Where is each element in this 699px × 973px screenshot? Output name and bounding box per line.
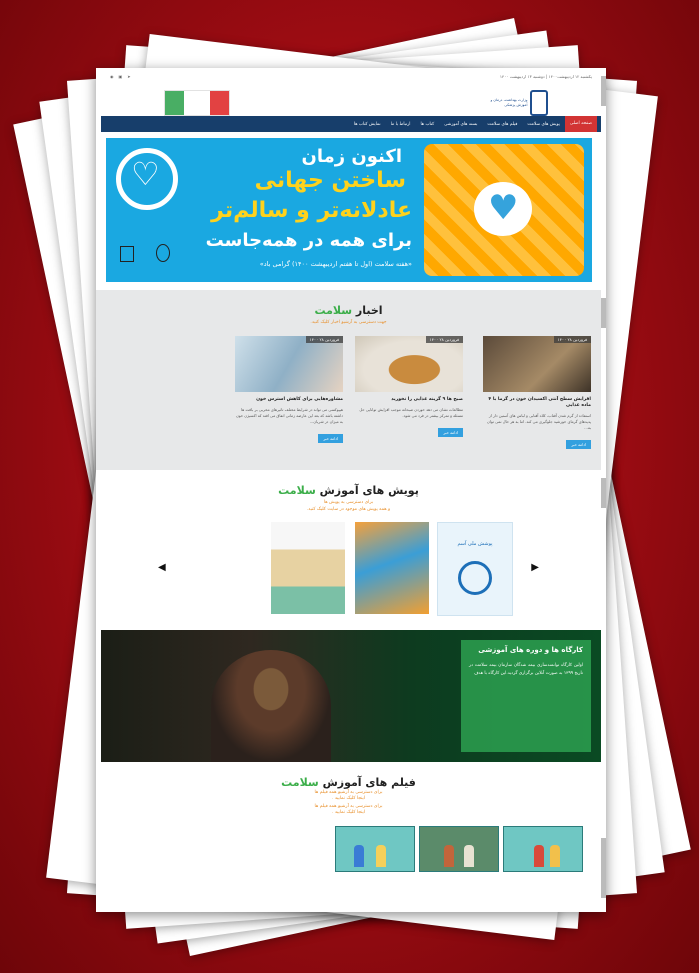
section-title: پویش های آموزش سلامت — [278, 484, 419, 497]
news-image[interactable]: فروردین ۲۸ ۱۴۰۰ — [235, 336, 343, 392]
workshop-title[interactable]: کارگاه ها و دوره های آموزشی — [469, 646, 583, 654]
telegram-icon[interactable]: ➤ — [127, 74, 130, 79]
workshop-box[interactable]: کارگاه ها و دوره های آموزشی اولین کارگاه… — [461, 640, 591, 752]
nav-contact[interactable]: ارتباط با ما — [386, 122, 416, 127]
magnifier-icon — [458, 561, 492, 595]
campaign-thumb[interactable] — [271, 522, 345, 614]
logo-text: وزارت بهداشت، درمان و آموزش پزشکی — [490, 98, 528, 107]
banner-line: عادلانه‌تر و سالم‌تر — [211, 198, 412, 223]
section-subtitle[interactable]: اینجا کلیک نمایید . — [96, 810, 601, 816]
emblem-icon — [530, 90, 548, 116]
news-date: فروردین ۲۸ ۱۴۰۰ — [305, 336, 343, 343]
woman-photo — [211, 650, 331, 762]
film-thumb[interactable] — [335, 826, 415, 872]
news-card[interactable]: فروردین ۲۸ ۱۴۰۰ صبح ها ۹ گزینه غذایی را … — [355, 336, 463, 438]
read-more-button[interactable]: ادامه خبر — [438, 428, 463, 437]
cartoon-figure — [354, 845, 364, 867]
hero-banner[interactable]: اکنون زمان ساختن جهانی عادلانه‌تر و سالم… — [106, 138, 592, 282]
news-image[interactable]: فروردین ۲۸ ۱۴۰۰ — [483, 336, 591, 392]
thumb-text: پوشش ملی آسم — [457, 541, 493, 547]
news-date: فروردین ۲۸ ۱۴۰۰ — [425, 336, 463, 343]
globe-icon — [474, 182, 532, 236]
campaign-thumb[interactable]: پوشش ملی آسم — [437, 522, 513, 616]
news-title[interactable]: صبح ها ۹ گزینه غذایی را نخورید — [355, 397, 463, 403]
iran-emblem-icon — [156, 244, 170, 262]
nav-show-books[interactable]: نمایش کتاب ها — [349, 122, 386, 127]
campaign-thumb[interactable] — [355, 522, 429, 614]
banner-line: اکنون زمان — [301, 146, 402, 167]
scrollbar[interactable] — [601, 298, 606, 328]
films-section: فیلم های آموزش سلامت برای دسترسی به آرشی… — [96, 768, 601, 912]
section-title: اخبار سلامت — [314, 304, 383, 317]
news-title[interactable]: مشاوره‌هایی برای کاهش استرس خون — [235, 397, 343, 403]
read-more-button[interactable]: ادامه خبر — [566, 440, 591, 449]
section-subtitle[interactable]: اینجا کلیک نمایید . — [96, 796, 601, 802]
social-links: ◉ ▣ ➤ — [110, 74, 131, 79]
next-arrow-icon[interactable]: ▶ — [531, 562, 539, 573]
news-section: اخبار سلامت جهت دسترسی به آرشیو اخبار کل… — [96, 290, 601, 470]
section-subtitle[interactable]: و همه پویش های موجود در سایت کلیک کنید. — [96, 507, 601, 513]
nav-films[interactable]: فیلم های سلامت — [482, 122, 522, 127]
cartoon-figure — [444, 845, 454, 867]
website-page: یکشنبه ۱۲ اردیبهشت۱۴۰۰ | دوشنبه ۱۳ اردیب… — [96, 68, 606, 912]
news-date: فروردین ۲۸ ۱۴۰۰ — [553, 336, 591, 343]
instagram-icon[interactable]: ▣ — [119, 74, 123, 79]
scrollbar[interactable] — [601, 838, 606, 898]
workshop-text: اولین کارگاه توانمندسازی بیمه شدگان سازم… — [469, 663, 583, 676]
prev-arrow-icon[interactable]: ◀ — [158, 562, 166, 573]
banner-line: ساختن جهانی — [254, 168, 406, 193]
main-nav: صفحه اصلی پویش های سلامت فیلم های سلامت … — [101, 116, 601, 132]
section-title: فیلم های آموزش سلامت — [281, 776, 416, 789]
banner-line: برای همه در همه‌جاست — [205, 230, 412, 251]
news-excerpt: مطالعات نشان می دهد خوردن صبحانه موجب اف… — [359, 407, 463, 418]
ministry-emblem-icon — [120, 246, 134, 262]
puzzle-collage — [424, 144, 584, 276]
heart-icon — [116, 148, 178, 210]
cartoon-figure — [550, 845, 560, 867]
top-bar: یکشنبه ۱۲ اردیبهشت۱۴۰۰ | دوشنبه ۱۳ اردیب… — [96, 68, 606, 84]
news-title[interactable]: افزایش سطح آنتی اکسیدان خون در گرما با ۴… — [483, 397, 591, 409]
scrollbar[interactable] — [601, 478, 606, 508]
cartoon-figure — [376, 845, 386, 867]
ministry-logo[interactable]: وزارت بهداشت، درمان و آموزش پزشکی — [486, 89, 548, 117]
film-thumb[interactable] — [503, 826, 583, 872]
campaigns-section: پویش های آموزش سلامت برای دسترسی به پویش… — [96, 470, 601, 628]
section-subtitle[interactable]: جهت دسترسی به آرشیو اخبار کلیک کنید. — [96, 320, 601, 326]
nav-books[interactable]: کتاب ها — [416, 122, 440, 127]
news-image[interactable]: فروردین ۲۸ ۱۴۰۰ — [355, 336, 463, 392]
nav-home[interactable]: صفحه اصلی — [564, 116, 597, 132]
date-text: یکشنبه ۱۲ اردیبهشت۱۴۰۰ | دوشنبه ۱۳ اردیب… — [499, 73, 592, 79]
nav-packages[interactable]: بسته های آموزشی — [439, 122, 482, 127]
news-card[interactable]: فروردین ۲۸ ۱۴۰۰ مشاوره‌هایی برای کاهش اس… — [235, 336, 343, 444]
news-card[interactable]: فروردین ۲۸ ۱۴۰۰ افزایش سطح آنتی اکسیدان … — [483, 336, 591, 450]
election-logo[interactable] — [164, 90, 230, 116]
banner-caption: «هفته سلامت (اول تا هفتم اردیبهشت ۱۴۰۰) … — [259, 260, 412, 268]
news-excerpt: هیپوکسی می تواند در شرایط مختلف تاثیرهای… — [235, 407, 343, 424]
news-excerpt: استفاده از گرم شدن آفتاب، کلاه آفتابی و … — [487, 413, 591, 430]
nav-campaigns[interactable]: پویش های سلامت — [522, 122, 564, 127]
rss-icon[interactable]: ◉ — [110, 74, 114, 79]
film-thumb[interactable] — [419, 826, 499, 872]
cartoon-figure — [464, 845, 474, 867]
workshop-section[interactable]: کارگاه ها و دوره های آموزشی اولین کارگاه… — [101, 630, 601, 762]
section-subtitle[interactable]: برای دسترسی به پویش ها — [96, 500, 601, 506]
cartoon-figure — [534, 845, 544, 867]
read-more-button[interactable]: ادامه خبر — [318, 434, 343, 443]
